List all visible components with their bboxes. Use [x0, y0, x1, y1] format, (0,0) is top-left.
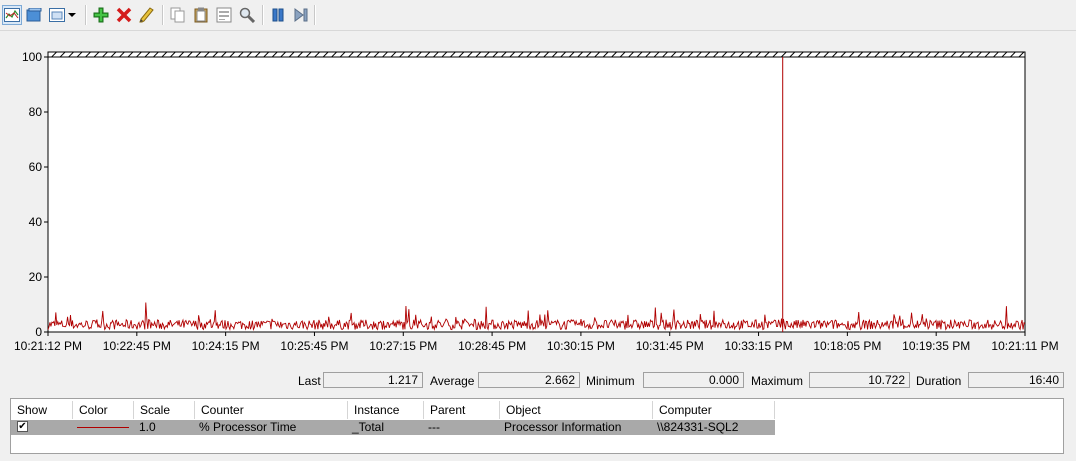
graph-type-dropdown-icon[interactable] [66, 5, 78, 25]
table-row[interactable]: ✔ 1.0 % Processor Time _Total --- Proces… [11, 420, 775, 435]
add-counter-icon[interactable] [91, 5, 111, 25]
computer-cell: \\824331-SQL2 [657, 420, 739, 434]
average-value: 2.662 [478, 372, 580, 388]
maximum-label: Maximum [751, 374, 804, 388]
x-tick-label: 10:21:11 PM [991, 339, 1058, 353]
performance-graph: 100 80 60 40 20 010:21:12 PM 10:22:45 PM 10:24:… [14, 50, 1059, 353]
y-tick-label: 60 [29, 160, 43, 174]
change-graph-type-icon[interactable] [47, 5, 67, 25]
duration-label: Duration [916, 374, 962, 388]
object-cell: Processor Information [504, 420, 622, 434]
properties-icon[interactable] [214, 5, 234, 25]
last-value: 1.217 [323, 372, 423, 388]
x-tick-label: 10:18:05 PM [813, 339, 881, 353]
x-tick-label: 10:22:45 PM [103, 339, 171, 353]
counter-cell: % Processor Time [199, 420, 297, 434]
view-histogram-icon[interactable] [24, 5, 44, 25]
column-header-computer[interactable]: Computer [653, 401, 775, 419]
y-tick-label: 0 [35, 325, 42, 339]
x-tick-label: 10:31:45 PM [636, 339, 704, 353]
minimum-value: 0.000 [643, 372, 744, 388]
column-header-parent[interactable]: Parent [424, 401, 500, 419]
x-tick-label: 10:27:15 PM [369, 339, 437, 353]
duration-value: 16:40 [968, 372, 1064, 388]
x-tick-label: 10:21:12 PM [14, 339, 82, 353]
maximum-value: 10.722 [809, 372, 910, 388]
view-graph-icon[interactable] [2, 5, 22, 25]
y-tick-label: 80 [29, 105, 43, 119]
zoom-icon[interactable] [237, 5, 257, 25]
paste-counter-list-icon[interactable] [191, 5, 211, 25]
parent-cell: --- [428, 420, 440, 434]
x-tick-label: 10:25:45 PM [280, 339, 348, 353]
x-tick-label: 10:19:35 PM [902, 339, 970, 353]
x-tick-label: 10:30:15 PM [547, 339, 615, 353]
x-tick-label: 10:28:45 PM [458, 339, 526, 353]
y-tick-label: 100 [22, 50, 42, 64]
show-checkbox[interactable]: ✔ [17, 421, 28, 432]
update-data-icon[interactable] [291, 5, 311, 25]
counter-legend: Show Color Scale Counter Instance Parent… [10, 398, 1064, 454]
x-tick-label: 10:24:15 PM [192, 339, 260, 353]
freeze-display-icon[interactable] [268, 5, 288, 25]
x-tick-label: 10:33:15 PM [725, 339, 793, 353]
minimum-label: Minimum [586, 374, 635, 388]
out-of-range-band [47, 51, 1026, 58]
instance-cell: _Total [352, 420, 385, 434]
highlight-icon[interactable] [137, 5, 157, 25]
column-header-object[interactable]: Object [500, 401, 653, 419]
last-label: Last [298, 374, 321, 388]
toolbar [0, 0, 1076, 31]
y-tick-label: 20 [29, 270, 43, 284]
column-header-counter[interactable]: Counter [195, 401, 348, 419]
color-swatch [77, 420, 129, 435]
copy-properties-icon[interactable] [168, 5, 188, 25]
column-header-instance[interactable]: Instance [348, 401, 424, 419]
column-header-scale[interactable]: Scale [134, 401, 195, 419]
delete-counter-icon[interactable] [114, 5, 134, 25]
column-header-color[interactable]: Color [73, 401, 134, 419]
average-label: Average [430, 374, 475, 388]
legend-header: Show Color Scale Counter Instance Parent… [11, 399, 775, 419]
column-header-show[interactable]: Show [11, 401, 73, 419]
y-tick-label: 40 [29, 215, 43, 229]
plot-area [47, 56, 1026, 333]
scale-cell: 1.0 [139, 420, 156, 434]
